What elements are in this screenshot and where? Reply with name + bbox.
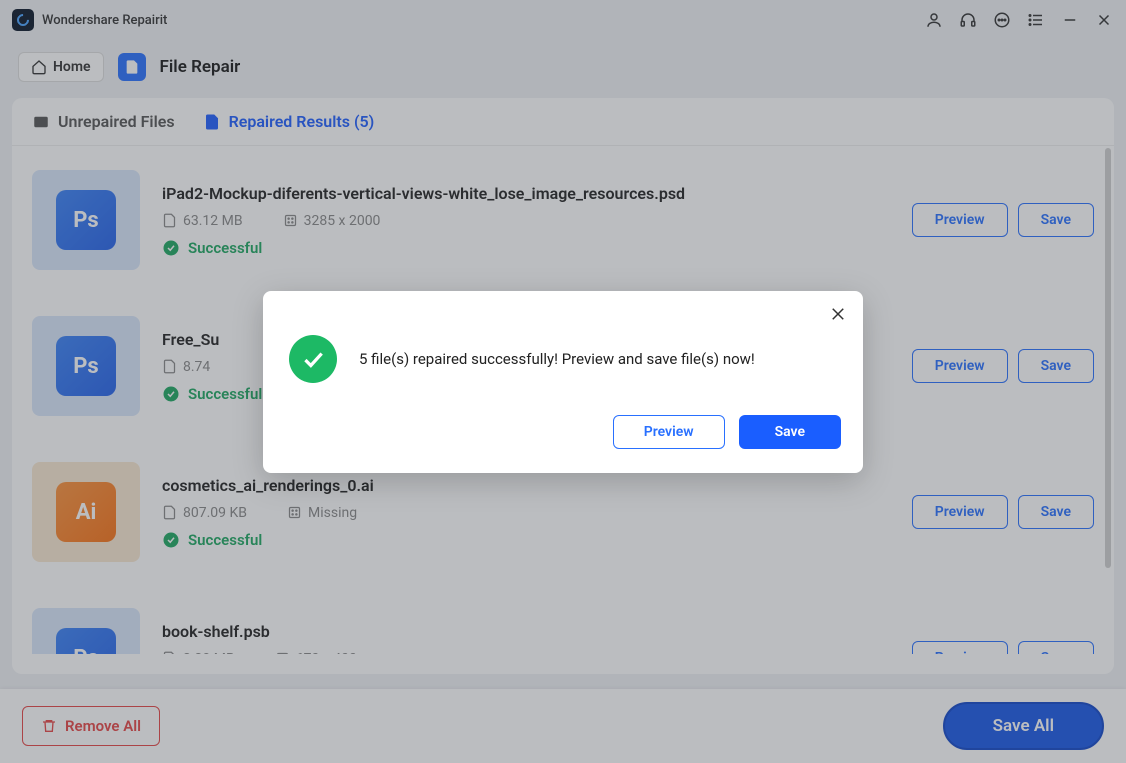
modal-close-button[interactable] [829,305,847,327]
close-icon [829,305,847,323]
modal-preview-button[interactable]: Preview [613,415,725,449]
modal-body: 5 file(s) repaired successfully! Preview… [285,309,841,403]
success-check-icon [289,335,337,383]
success-modal: 5 file(s) repaired successfully! Preview… [263,291,863,473]
modal-save-button[interactable]: Save [739,415,841,449]
modal-actions: Preview Save [285,415,841,449]
modal-message: 5 file(s) repaired successfully! Preview… [359,350,755,368]
modal-overlay: 5 file(s) repaired successfully! Preview… [0,0,1126,763]
